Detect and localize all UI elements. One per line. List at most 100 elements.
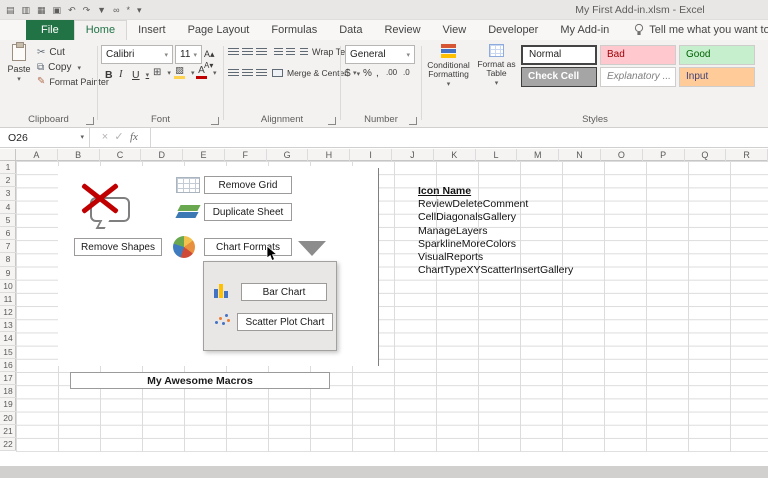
duplicate-sheet-button[interactable]: Duplicate Sheet bbox=[204, 203, 292, 221]
tell-me-box[interactable]: Tell me what you want to do bbox=[634, 20, 768, 40]
tab-my-addin[interactable]: My Add-in bbox=[549, 20, 620, 40]
cell-style-bad[interactable]: Bad bbox=[600, 45, 676, 65]
workbook1-icon[interactable]: ▤ bbox=[6, 0, 15, 20]
italic-button[interactable]: I bbox=[116, 68, 126, 81]
cell-style-normal[interactable]: Normal bbox=[521, 45, 597, 65]
redo-icon[interactable]: ↷ bbox=[83, 0, 91, 20]
font-size-combo[interactable]: 11 bbox=[175, 45, 202, 64]
qat-customize-icon[interactable]: ▾ bbox=[137, 0, 142, 20]
undo-icon[interactable]: ↶ bbox=[68, 0, 76, 20]
row-header[interactable]: 11 bbox=[0, 293, 16, 307]
column-header[interactable]: O bbox=[601, 149, 643, 161]
row-header[interactable]: 13 bbox=[0, 319, 16, 333]
tab-page-layout[interactable]: Page Layout bbox=[177, 20, 261, 40]
fill-color-button[interactable]: ▨ bbox=[174, 66, 195, 79]
font-dialog-launcher-icon[interactable] bbox=[211, 117, 219, 125]
row-header[interactable]: 20 bbox=[0, 412, 16, 425]
row-header[interactable]: 4 bbox=[0, 201, 16, 214]
clipboard-dialog-launcher-icon[interactable] bbox=[86, 117, 94, 125]
row-header[interactable]: 6 bbox=[0, 227, 16, 241]
align-bottom-button[interactable] bbox=[256, 48, 267, 56]
underline-button[interactable]: U bbox=[129, 68, 152, 82]
align-left-button[interactable] bbox=[228, 69, 239, 77]
column-header[interactable]: Q bbox=[685, 149, 727, 161]
select-all-corner[interactable] bbox=[0, 149, 16, 161]
link-icon[interactable]: ∞ bbox=[113, 0, 119, 20]
align-middle-button[interactable] bbox=[242, 48, 253, 56]
grow-font-button[interactable]: A▴ bbox=[204, 49, 215, 60]
cell-style-input[interactable]: Input bbox=[679, 67, 755, 87]
column-header[interactable]: M bbox=[517, 149, 560, 161]
row-header[interactable]: 8 bbox=[0, 253, 16, 267]
row-header[interactable]: 12 bbox=[0, 306, 16, 320]
dropdown-triangle-shape[interactable] bbox=[298, 241, 326, 256]
number-format-combo[interactable]: General bbox=[345, 45, 415, 64]
column-header[interactable]: E bbox=[183, 149, 225, 161]
cut-button[interactable]: Cut bbox=[37, 47, 65, 58]
scatter-plot-chart-button[interactable]: Scatter Plot Chart bbox=[237, 313, 333, 331]
row-header[interactable]: 3 bbox=[0, 187, 16, 201]
increase-indent-button[interactable] bbox=[286, 48, 295, 56]
conditional-formatting-button[interactable]: Conditional Formatting ▾ bbox=[425, 44, 472, 108]
row-header[interactable]: 22 bbox=[0, 438, 16, 452]
column-header[interactable]: R bbox=[726, 149, 768, 161]
formula-input[interactable] bbox=[150, 128, 768, 147]
column-header[interactable]: G bbox=[267, 149, 309, 161]
bar-chart-button[interactable]: Bar Chart bbox=[241, 283, 327, 301]
row-header[interactable]: 21 bbox=[0, 425, 16, 438]
bold-button[interactable]: B bbox=[102, 68, 116, 82]
cell-style-explanatory[interactable]: Explanatory ... bbox=[600, 67, 676, 87]
align-right-button[interactable] bbox=[256, 69, 267, 77]
column-header[interactable]: K bbox=[434, 149, 476, 161]
row-header[interactable]: 1 bbox=[0, 161, 16, 175]
font-name-combo[interactable]: Calibri bbox=[101, 45, 173, 64]
row-header[interactable]: 16 bbox=[0, 359, 16, 372]
comma-style-button[interactable]: , bbox=[376, 68, 379, 79]
name-box[interactable]: ▾ bbox=[0, 128, 90, 147]
accounting-format-button[interactable]: $ bbox=[345, 68, 360, 79]
column-header[interactable]: H bbox=[308, 149, 351, 161]
column-header[interactable]: J bbox=[392, 149, 434, 161]
tab-view[interactable]: View bbox=[432, 20, 478, 40]
row-header[interactable]: 14 bbox=[0, 332, 16, 346]
tab-insert[interactable]: Insert bbox=[127, 20, 177, 40]
tab-file[interactable]: File bbox=[26, 20, 74, 40]
column-header[interactable]: I bbox=[350, 149, 393, 161]
tab-review[interactable]: Review bbox=[373, 20, 431, 40]
format-as-table-button[interactable]: Format as Table ▾ bbox=[474, 44, 519, 108]
column-header[interactable]: B bbox=[58, 149, 100, 161]
align-top-button[interactable] bbox=[228, 48, 239, 56]
tab-formulas[interactable]: Formulas bbox=[260, 20, 328, 40]
chart-formats-button[interactable]: Chart Formats bbox=[204, 238, 292, 256]
font-color-button[interactable]: A bbox=[196, 66, 217, 79]
insert-function-button[interactable]: fx bbox=[130, 128, 138, 147]
column-header[interactable]: P bbox=[643, 149, 685, 161]
row-header[interactable]: 7 bbox=[0, 240, 16, 254]
enter-icon[interactable] bbox=[112, 128, 126, 147]
align-center-button[interactable] bbox=[242, 69, 253, 77]
name-box-input[interactable] bbox=[0, 128, 70, 147]
percent-style-button[interactable]: % bbox=[363, 68, 372, 79]
copy-button[interactable]: Copy bbox=[37, 62, 81, 73]
decrease-indent-button[interactable] bbox=[274, 48, 283, 56]
workbook2-icon[interactable]: ▥ bbox=[22, 0, 31, 20]
row-header[interactable]: 9 bbox=[0, 267, 16, 280]
row-header[interactable]: 2 bbox=[0, 174, 16, 188]
addin-flower-icon[interactable]: * bbox=[127, 0, 131, 20]
workbook3-icon[interactable]: ▦ bbox=[37, 0, 46, 20]
row-header[interactable]: 17 bbox=[0, 372, 16, 386]
decrease-decimal-button[interactable]: .0 bbox=[403, 68, 410, 77]
column-header[interactable]: A bbox=[16, 149, 58, 161]
number-dialog-launcher-icon[interactable] bbox=[409, 117, 417, 125]
column-header[interactable]: F bbox=[225, 149, 267, 161]
cell-style-check-cell[interactable]: Check Cell bbox=[521, 67, 597, 87]
cancel-icon[interactable] bbox=[98, 128, 112, 147]
increase-decimal-button[interactable]: .00 bbox=[386, 68, 397, 77]
column-header[interactable]: D bbox=[141, 149, 184, 161]
tab-data[interactable]: Data bbox=[328, 20, 373, 40]
remove-grid-button[interactable]: Remove Grid bbox=[204, 176, 292, 194]
alignment-dialog-launcher-icon[interactable] bbox=[328, 117, 336, 125]
tab-developer[interactable]: Developer bbox=[477, 20, 549, 40]
filter-icon[interactable]: ▼ bbox=[97, 0, 106, 20]
row-header[interactable]: 15 bbox=[0, 346, 16, 359]
